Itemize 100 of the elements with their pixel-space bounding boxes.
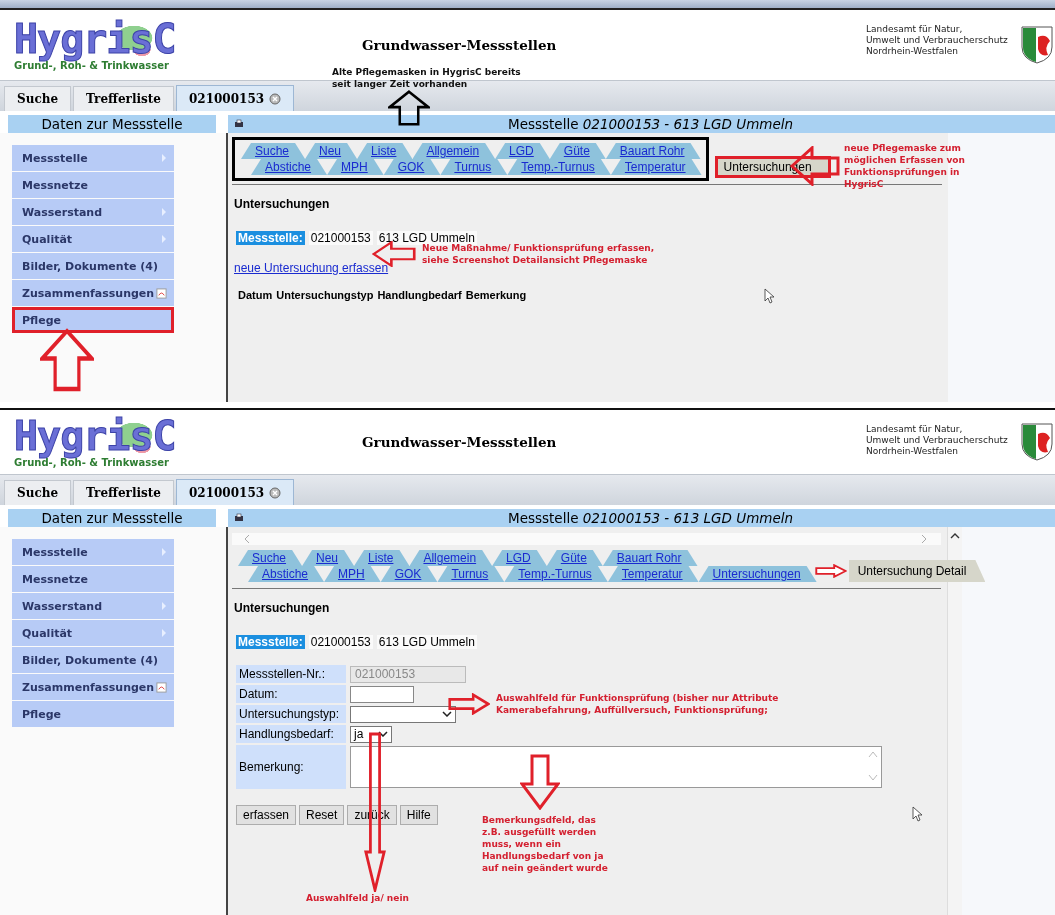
sidebar-item[interactable]: Pflege (12, 307, 174, 333)
nav-tab[interactable]: Liste (357, 143, 413, 159)
nav-tab[interactable]: Abstiche (251, 159, 328, 175)
tab[interactable]: Trefferliste (73, 86, 174, 111)
nav-tab[interactable]: LGD (495, 143, 550, 159)
text-area[interactable] (350, 746, 882, 788)
nav-tab[interactable]: Suche (241, 143, 306, 159)
sidebar-item[interactable]: Pflege (12, 701, 174, 727)
tab[interactable]: Suche (4, 480, 72, 505)
column-header: Untersuchungstyp (276, 289, 374, 301)
nav-tab[interactable]: Untersuchung Detail (848, 560, 986, 582)
nav-tab[interactable]: GOK (383, 159, 441, 175)
sidebar-item[interactable]: Qualität (12, 620, 174, 646)
nav-tab[interactable]: Allgemein (409, 550, 493, 566)
tab[interactable]: Suche (4, 86, 72, 111)
sidebar-item[interactable]: Messstelle (12, 145, 174, 171)
form-button[interactable]: Hilfe (399, 805, 438, 825)
arrow-icon (388, 90, 430, 126)
app-title: Grundwasser-Messstellen (362, 434, 558, 450)
station-number: 021000153 (308, 635, 373, 649)
annotation-note: Bemerkungsdfeld, das z.B. ausgefüllt werden muss, wenn ein Handlungsbedarf von ja auf nein geändert wurde (482, 814, 608, 874)
logo-tagline: Grund-, Roh- & Trinkwasser (14, 60, 169, 71)
pdf-icon[interactable] (156, 287, 168, 299)
submenu-arrow-icon (161, 629, 167, 637)
chevron-up-icon[interactable] (950, 533, 960, 539)
sidebar-title: Daten zur Messstelle (8, 115, 216, 133)
tab[interactable]: 021000153 (175, 85, 295, 111)
nav-tab[interactable]: Bauart Rohr (602, 550, 698, 566)
arrow-icon (40, 328, 94, 392)
tab[interactable]: 021000153 (175, 479, 295, 505)
nav-tab[interactable]: Untersuchungen (698, 566, 817, 582)
form-button[interactable]: erfassen (236, 805, 297, 825)
close-icon[interactable] (269, 93, 282, 105)
close-icon[interactable] (269, 487, 282, 499)
sidebar-item[interactable]: Messnetze (12, 566, 174, 592)
date-field[interactable] (350, 685, 414, 703)
station-number: 021000153 (308, 231, 373, 245)
field-label: Bemerkung: (236, 745, 346, 789)
nav-tab[interactable]: Suche (238, 550, 303, 566)
chevron-right-icon[interactable] (921, 534, 927, 544)
content-title: Messstelle 021000153 - 613 LGD Ummeln (508, 510, 794, 526)
tab[interactable]: Trefferliste (73, 480, 174, 505)
arrow-icon (448, 693, 490, 715)
sidebar-item[interactable]: Zusammenfassungen (12, 674, 174, 700)
submenu-arrow-icon (161, 154, 167, 162)
submenu-arrow-icon (161, 208, 167, 216)
annotation-note: Neue Maßnahme/ Funktionsprüfung erfassen, siehe Screenshot Detailansicht Pflegemaske (422, 242, 655, 266)
column-header: Bemerkung (465, 289, 527, 301)
pdf-icon[interactable] (156, 681, 168, 693)
nav-tab[interactable]: Abstiche (248, 566, 325, 582)
sidebar-item[interactable]: Messstelle (12, 539, 174, 565)
sidebar-item[interactable]: Qualität (12, 226, 174, 252)
annotation-note: Alte Pflegemasken in HygrisC bereits seit langer Zeit vorhanden (332, 66, 521, 90)
nav-tab[interactable]: Allgemein (412, 143, 496, 159)
nav-tab[interactable]: Turnus (437, 566, 505, 582)
sidebar-item[interactable]: Zusammenfassungen (12, 280, 174, 306)
section-title: Untersuchungen (234, 197, 331, 211)
mouse-cursor-icon (912, 806, 922, 822)
nav-tab[interactable]: GOK (380, 566, 438, 582)
nav-tab[interactable]: Bauart Rohr (605, 143, 701, 159)
nav-tab[interactable]: LGD (492, 550, 547, 566)
nav-tab[interactable]: Turnus (440, 159, 508, 175)
submenu-arrow-icon (161, 548, 167, 556)
form-button[interactable]: Reset (299, 805, 345, 825)
chevron-left-icon[interactable] (244, 534, 250, 544)
column-header: Datum (238, 289, 273, 301)
printer-icon[interactable] (234, 513, 244, 523)
station-name: 613 LGD Ummeln (376, 231, 477, 245)
nav-tab[interactable]: MPH (327, 159, 384, 175)
dropdown[interactable] (350, 705, 456, 723)
nav-tab[interactable]: Güte (546, 550, 603, 566)
sidebar-item[interactable]: Messnetze (12, 172, 174, 198)
mouse-cursor-icon (764, 288, 774, 304)
sidebar-item[interactable]: Bilder, Dokumente (4) (12, 253, 174, 279)
nav-tab[interactable]: Temp.-Turnus (507, 159, 611, 175)
nav-tab[interactable]: Neu (305, 143, 358, 159)
column-header: Handlungbedarf (377, 289, 462, 301)
caret-icon (442, 711, 452, 717)
nav-tab[interactable]: Temperatur (610, 159, 702, 175)
nav-tab[interactable]: Neu (302, 550, 355, 566)
nav-tab[interactable]: Temp.-Turnus (504, 566, 608, 582)
station-name: 613 LGD Ummeln (376, 635, 477, 649)
horizontal-scrollbar[interactable] (232, 533, 941, 545)
sidebar-item[interactable]: Wasserstand (12, 199, 174, 225)
sidebar-title: Daten zur Messstelle (8, 509, 216, 527)
printer-icon[interactable] (234, 119, 244, 129)
nav-tab[interactable]: Liste (354, 550, 410, 566)
annotation-note: Auswahlfeld für Funktionsprüfung (bisher nur Attribute Kamerabefahrung, Auffüllversuch, Funktionsprüfung; (496, 692, 779, 716)
submenu-arrow-icon (161, 602, 167, 610)
sidebar-item[interactable]: Bilder, Dokumente (4) (12, 647, 174, 673)
field-label: Handlungsbedarf: (236, 725, 346, 743)
new-examination-link[interactable]: neue Untersuchung erfassen (234, 261, 389, 275)
scroll-arrows-icon (868, 749, 878, 783)
nav-tab[interactable]: MPH (324, 566, 381, 582)
nav-tab[interactable]: Temperatur (607, 566, 699, 582)
logo-tagline: Grund-, Roh- & Trinkwasser (14, 457, 169, 468)
nav-tab[interactable]: Güte (549, 143, 606, 159)
sidebar-item[interactable]: Wasserstand (12, 593, 174, 619)
agency-name: Landesamt für Natur, Umwelt und Verbraucherschutz Nordrhein-Westfalen (866, 424, 1009, 457)
arrow-icon (520, 754, 560, 810)
